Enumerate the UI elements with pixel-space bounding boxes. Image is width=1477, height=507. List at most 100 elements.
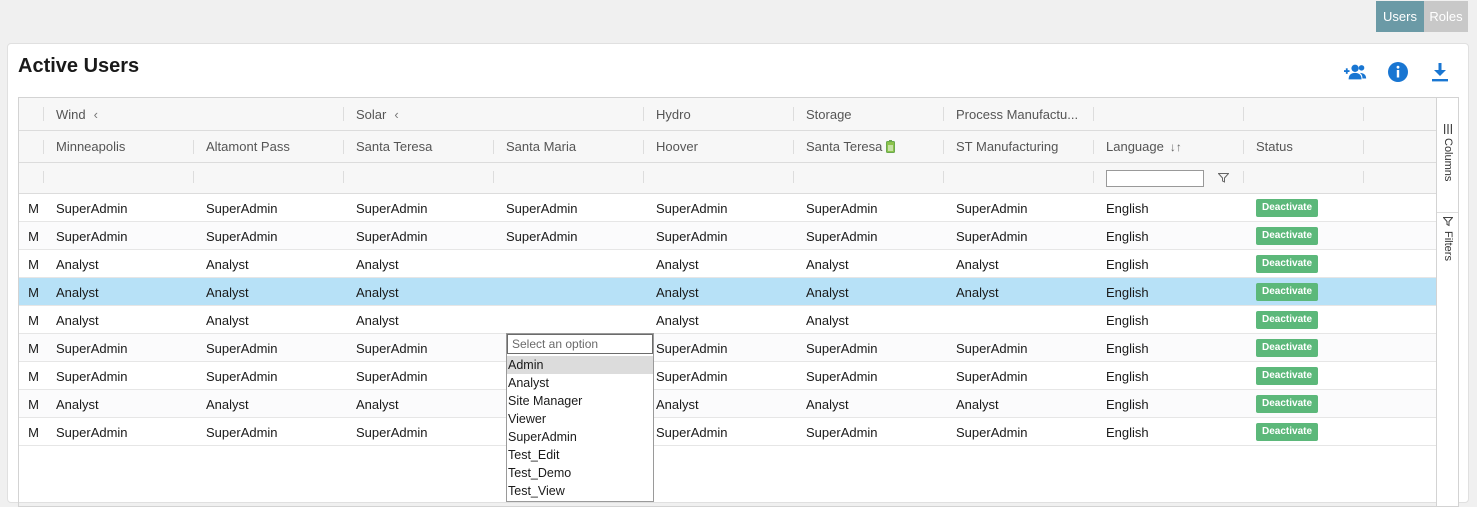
cell-santa-teresa-storage[interactable]: Analyst: [794, 278, 944, 306]
cell-altamont[interactable]: Analyst: [194, 250, 344, 278]
filter-icon[interactable]: [1218, 173, 1229, 183]
cell-status[interactable]: Deactivate: [1244, 250, 1364, 278]
dropdown-option[interactable]: Test_Edit: [507, 446, 653, 464]
cell-santa-teresa-storage[interactable]: SuperAdmin: [794, 222, 944, 250]
cell-santa-teresa-solar[interactable]: Analyst: [344, 250, 494, 278]
table-row[interactable]: M Analyst Analyst Analyst Analyst Analyst Engl…: [19, 306, 1437, 334]
cell-st-manufacturing[interactable]: SuperAdmin: [944, 222, 1094, 250]
cell-status[interactable]: Deactivate: [1244, 306, 1364, 334]
table-row[interactable]: M Analyst Analyst Analyst Analyst Analyst Anal…: [19, 250, 1437, 278]
cell-st-manufacturing[interactable]: [944, 306, 1094, 334]
cell-first[interactable]: M: [19, 334, 39, 362]
cell-first[interactable]: M: [19, 362, 39, 390]
cell-altamont[interactable]: Analyst: [194, 306, 344, 334]
cell-language[interactable]: English: [1094, 334, 1244, 362]
dropdown-option[interactable]: Site Manager: [507, 392, 653, 410]
cell-minneapolis[interactable]: SuperAdmin: [44, 194, 194, 222]
cell-santa-maria[interactable]: SuperAdmin: [494, 194, 644, 222]
cell-hoover[interactable]: SuperAdmin: [644, 334, 794, 362]
dropdown-option[interactable]: Test_Demo: [507, 464, 653, 482]
cell-first[interactable]: M: [19, 250, 39, 278]
cell-minneapolis[interactable]: Analyst: [44, 278, 194, 306]
deactivate-button[interactable]: Deactivate: [1256, 367, 1319, 385]
cell-minneapolis[interactable]: Analyst: [44, 306, 194, 334]
cell-st-manufacturing[interactable]: SuperAdmin: [944, 194, 1094, 222]
table-row[interactable]: M SuperAdmin SuperAdmin SuperAdmin SuperAdmi…: [19, 418, 1437, 446]
cell-language[interactable]: English: [1094, 362, 1244, 390]
column-header-santa-maria[interactable]: Santa Maria: [494, 131, 644, 162]
deactivate-button[interactable]: Deactivate: [1256, 227, 1319, 245]
language-filter-input[interactable]: [1106, 169, 1204, 187]
cell-first[interactable]: M: [19, 278, 39, 306]
cell-santa-maria[interactable]: SuperAdmin: [494, 222, 644, 250]
table-row[interactable]: M Analyst Analyst Analyst Analyst Analyst Anal…: [19, 278, 1437, 306]
cell-hoover[interactable]: SuperAdmin: [644, 418, 794, 446]
table-row[interactable]: M SuperAdmin SuperAdmin SuperAdmin SuperAdmi…: [19, 362, 1437, 390]
cell-hoover[interactable]: Analyst: [644, 390, 794, 418]
cell-minneapolis[interactable]: SuperAdmin: [44, 222, 194, 250]
dropdown-option[interactable]: Viewer: [507, 410, 653, 428]
cell-hoover[interactable]: Analyst: [644, 250, 794, 278]
column-header-partial[interactable]: [19, 131, 44, 162]
info-icon[interactable]: [1386, 60, 1410, 84]
dropdown-option[interactable]: Admin: [507, 356, 653, 374]
cell-altamont[interactable]: Analyst: [194, 278, 344, 306]
cell-language[interactable]: English: [1094, 250, 1244, 278]
cell-language[interactable]: English: [1094, 278, 1244, 306]
cell-altamont[interactable]: SuperAdmin: [194, 222, 344, 250]
cell-status[interactable]: Deactivate: [1244, 194, 1364, 222]
deactivate-button[interactable]: Deactivate: [1256, 339, 1319, 357]
cell-st-manufacturing[interactable]: SuperAdmin: [944, 418, 1094, 446]
cell-santa-teresa-solar[interactable]: SuperAdmin: [344, 334, 494, 362]
cell-minneapolis[interactable]: SuperAdmin: [44, 334, 194, 362]
cell-santa-teresa-solar[interactable]: SuperAdmin: [344, 418, 494, 446]
role-select-dropdown[interactable]: Select an option Admin Analyst Site Manage…: [506, 333, 654, 502]
column-header-minneapolis[interactable]: Minneapolis: [44, 131, 194, 162]
cell-santa-teresa-solar[interactable]: SuperAdmin: [344, 362, 494, 390]
column-header-altamont[interactable]: Altamont Pass: [194, 131, 344, 162]
cell-santa-teresa-storage[interactable]: SuperAdmin: [794, 194, 944, 222]
cell-minneapolis[interactable]: SuperAdmin: [44, 362, 194, 390]
cell-santa-teresa-storage[interactable]: SuperAdmin: [794, 418, 944, 446]
deactivate-button[interactable]: Deactivate: [1256, 423, 1319, 441]
cell-minneapolis[interactable]: Analyst: [44, 390, 194, 418]
cell-language[interactable]: English: [1094, 194, 1244, 222]
add-user-icon[interactable]: [1344, 60, 1368, 84]
cell-language[interactable]: English: [1094, 418, 1244, 446]
column-header-hoover[interactable]: Hoover: [644, 131, 794, 162]
columns-tool-tab[interactable]: Columns: [1437, 124, 1458, 181]
deactivate-button[interactable]: Deactivate: [1256, 199, 1319, 217]
group-header-solar[interactable]: Solar ‹: [344, 98, 494, 130]
group-header-wind[interactable]: Wind ‹: [44, 98, 194, 130]
cell-santa-maria[interactable]: [494, 250, 644, 278]
cell-santa-maria[interactable]: [494, 306, 644, 334]
cell-first[interactable]: M: [19, 418, 39, 446]
table-row[interactable]: M SuperAdmin SuperAdmin SuperAdmin SuperAdmi…: [19, 194, 1437, 222]
cell-st-manufacturing[interactable]: SuperAdmin: [944, 334, 1094, 362]
dropdown-option[interactable]: Analyst: [507, 374, 653, 392]
cell-altamont[interactable]: SuperAdmin: [194, 362, 344, 390]
column-header-st-manufacturing[interactable]: ST Manufacturing: [944, 131, 1094, 162]
cell-first[interactable]: M: [19, 222, 39, 250]
cell-altamont[interactable]: SuperAdmin: [194, 334, 344, 362]
users-tab[interactable]: Users: [1376, 1, 1424, 32]
cell-santa-teresa-storage[interactable]: Analyst: [794, 306, 944, 334]
deactivate-button[interactable]: Deactivate: [1256, 283, 1319, 301]
cell-santa-teresa-storage[interactable]: SuperAdmin: [794, 334, 944, 362]
table-row[interactable]: M Analyst Analyst Analyst Analyst Analyst Anal…: [19, 390, 1437, 418]
download-icon[interactable]: [1428, 60, 1452, 84]
role-select-input[interactable]: Select an option: [507, 334, 653, 354]
sort-icon[interactable]: ↓↑: [1170, 140, 1182, 154]
cell-status[interactable]: Deactivate: [1244, 222, 1364, 250]
cell-hoover[interactable]: Analyst: [644, 306, 794, 334]
cell-santa-teresa-solar[interactable]: Analyst: [344, 390, 494, 418]
cell-st-manufacturing[interactable]: Analyst: [944, 278, 1094, 306]
column-header-language[interactable]: Language ↓↑: [1094, 131, 1244, 162]
cell-status[interactable]: Deactivate: [1244, 418, 1364, 446]
cell-language[interactable]: English: [1094, 390, 1244, 418]
column-header-santa-teresa-storage[interactable]: Santa Teresa: [794, 131, 944, 162]
cell-santa-teresa-solar[interactable]: Analyst: [344, 306, 494, 334]
cell-minneapolis[interactable]: SuperAdmin: [44, 418, 194, 446]
cell-first[interactable]: M: [19, 306, 39, 334]
cell-altamont[interactable]: Analyst: [194, 390, 344, 418]
